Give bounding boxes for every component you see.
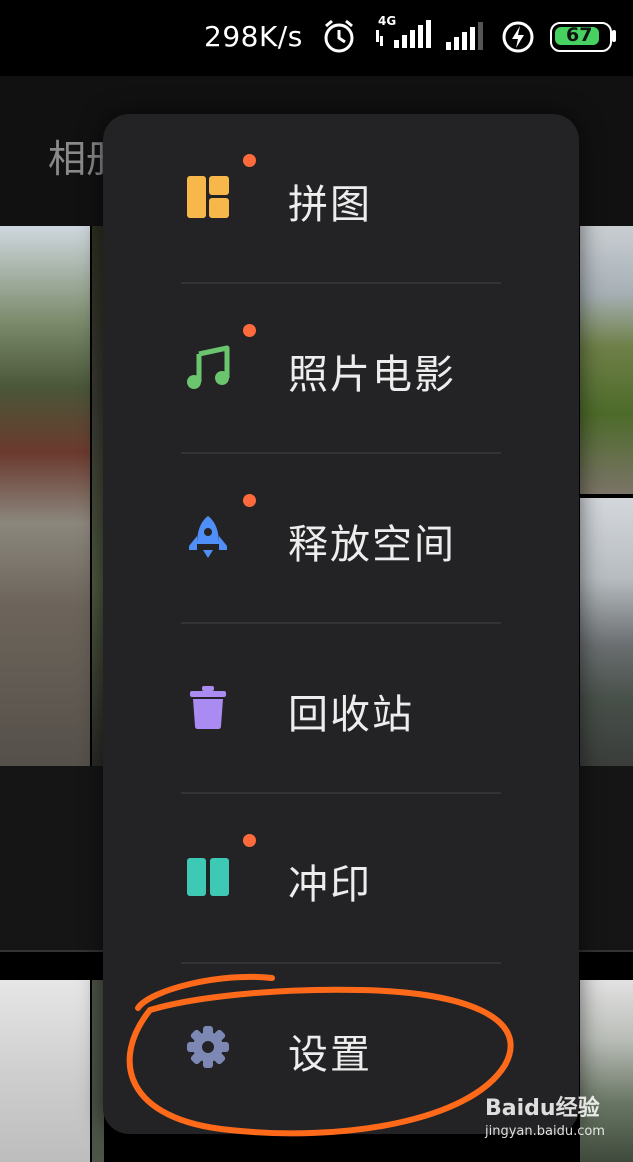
music-note-icon [187,345,230,389]
battery-level: 67 [566,24,593,46]
menu-item-label: 拼图 [288,182,372,228]
watermark: Baidu经验 jingyan.baidu.com [485,1090,605,1139]
status-bar: 298K/s 4G 67 [0,0,633,76]
menu-item-label: 冲印 [288,862,372,908]
new-badge-dot [243,834,256,847]
menu-item-label: 照片电影 [288,352,456,398]
photo-thumbnail[interactable] [0,226,90,766]
photo-thumbnail[interactable] [0,980,90,1162]
network-speed: 298K/s [204,20,303,53]
watermark-url: jingyan.baidu.com [485,1124,605,1139]
menu-item-label: 释放空间 [288,522,456,568]
gear-icon [187,1026,229,1068]
rocket-icon [189,516,227,558]
menu-item-print[interactable]: 冲印 [103,794,579,962]
print-icon [187,858,229,896]
menu-item-recycle-bin[interactable]: 回收站 [103,624,579,792]
new-badge-dot [243,324,256,337]
charging-icon [502,21,534,53]
menu-item-collage[interactable]: 拼图 [103,114,579,282]
menu-item-label: 设置 [288,1032,372,1078]
menu-item-label: 回收站 [288,692,414,738]
overflow-menu: 拼图 照片电影 释放空间 回收站 冲印 设置 [103,114,579,1134]
signal-icon [446,22,483,50]
alarm-icon [324,19,354,53]
menu-item-free-space[interactable]: 释放空间 [103,454,579,622]
trash-icon [190,686,226,729]
collage-icon [187,176,229,218]
new-badge-dot [243,494,256,507]
battery-icon: 67 [550,22,616,52]
photo-thumbnail[interactable] [580,226,633,494]
menu-item-photo-movie[interactable]: 照片电影 [103,284,579,452]
watermark-brand: Baidu经验 [485,1096,600,1121]
photo-thumbnail[interactable] [580,498,633,766]
new-badge-dot [243,154,256,167]
